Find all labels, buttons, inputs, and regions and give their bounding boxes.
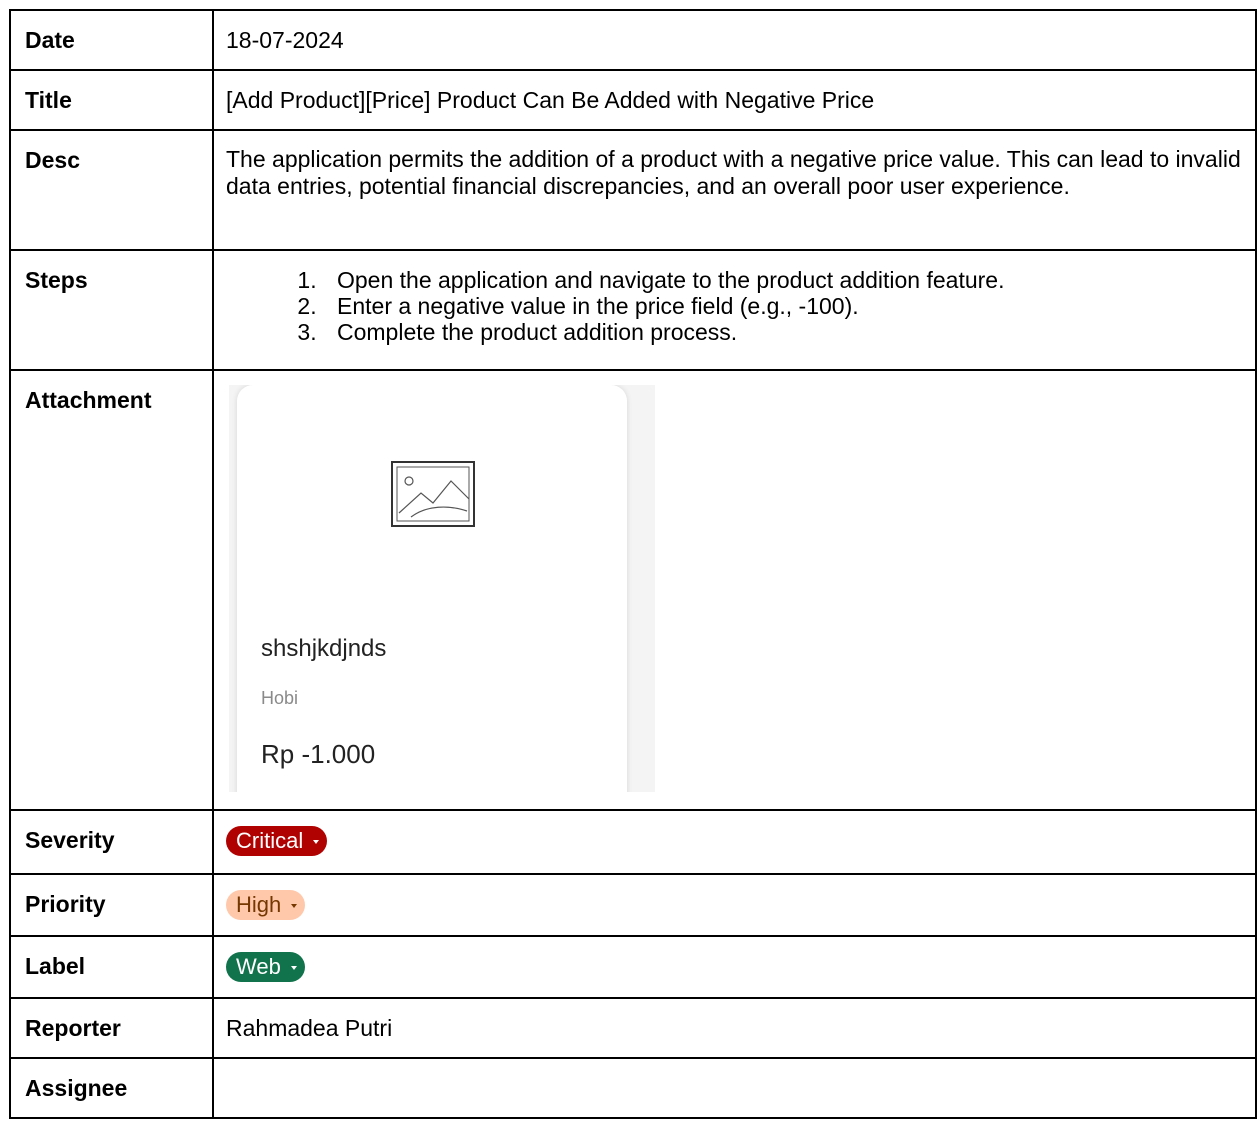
desc-value: The application permits the addition of … xyxy=(212,129,1257,251)
priority-dropdown-chip[interactable]: High xyxy=(226,890,306,920)
assignee-label: Assignee xyxy=(9,1057,214,1119)
chevron-down-icon xyxy=(313,840,320,844)
attachment-label: Attachment xyxy=(9,369,214,811)
attachment-value: shshjkdjnds Hobi Rp -1.000 xyxy=(212,369,1257,811)
label-label: Label xyxy=(9,935,214,999)
label-value: Web xyxy=(212,935,1257,999)
row-title: Title [Add Product][Price] Product Can B… xyxy=(9,69,1257,131)
row-reporter: Reporter Rahmadea Putri xyxy=(9,997,1257,1059)
title-value: [Add Product][Price] Product Can Be Adde… xyxy=(212,69,1257,131)
row-severity: Severity Critical xyxy=(9,809,1257,875)
desc-label: Desc xyxy=(9,129,214,251)
chevron-down-icon xyxy=(291,904,298,908)
row-label: Label Web xyxy=(9,935,1257,999)
step-item: Open the application and navigate to the… xyxy=(323,267,1241,293)
severity-chip-text: Critical xyxy=(236,828,304,853)
row-priority: Priority High xyxy=(9,873,1257,937)
steps-value: Open the application and navigate to the… xyxy=(212,249,1257,371)
product-category: Hobi xyxy=(261,688,299,708)
severity-label: Severity xyxy=(9,809,214,875)
priority-label: Priority xyxy=(9,873,214,937)
row-assignee: Assignee xyxy=(9,1057,1257,1119)
step-item: Enter a negative value in the price fiel… xyxy=(323,293,1241,319)
bug-report-table: Date 18-07-2024 Title [Add Product][Pric… xyxy=(9,9,1257,1119)
chevron-down-icon xyxy=(290,966,297,970)
label-dropdown-chip[interactable]: Web xyxy=(226,952,305,982)
reporter-label: Reporter xyxy=(9,997,214,1059)
row-date: Date 18-07-2024 xyxy=(9,9,1257,71)
product-card: shshjkdjnds Hobi Rp -1.000 xyxy=(237,385,627,792)
priority-chip-text: High xyxy=(236,892,282,917)
steps-label: Steps xyxy=(9,249,214,371)
date-value: 18-07-2024 xyxy=(212,9,1257,71)
product-price: Rp -1.000 xyxy=(261,739,376,769)
row-desc: Desc The application permits the additio… xyxy=(9,129,1257,251)
priority-value: High xyxy=(212,873,1257,937)
step-item: Complete the product addition process. xyxy=(323,319,1241,345)
steps-list: Open the application and navigate to the… xyxy=(226,267,1241,345)
severity-dropdown-chip[interactable]: Critical xyxy=(226,826,328,856)
attachment-screenshot: shshjkdjnds Hobi Rp -1.000 xyxy=(229,385,655,792)
reporter-value: Rahmadea Putri xyxy=(212,997,1257,1059)
image-placeholder-icon xyxy=(391,461,475,527)
row-attachment: Attachment shshjkdjnds Hobi Rp -1.000 xyxy=(9,369,1257,811)
title-label: Title xyxy=(9,69,214,131)
date-label: Date xyxy=(9,9,214,71)
label-chip-text: Web xyxy=(236,954,281,979)
assignee-value xyxy=(212,1057,1257,1119)
row-steps: Steps Open the application and navigate … xyxy=(9,249,1257,371)
product-name: shshjkdjnds xyxy=(261,635,387,662)
severity-value: Critical xyxy=(212,809,1257,875)
